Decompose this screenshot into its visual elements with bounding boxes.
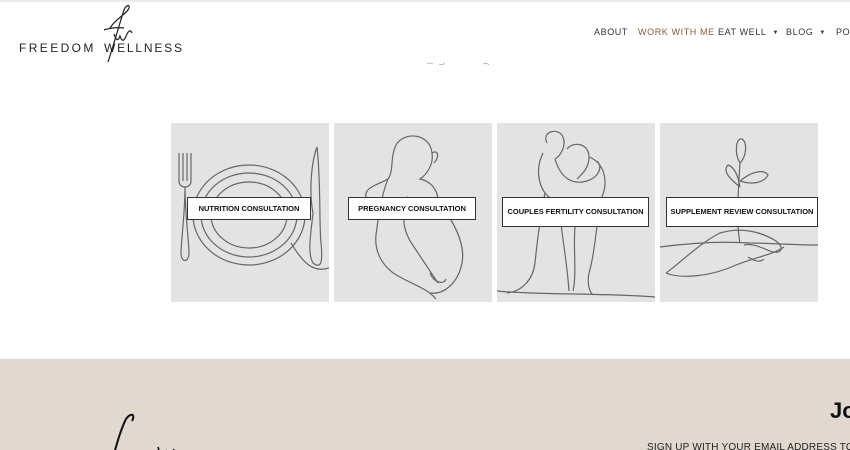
signup-description: SIGN UP WITH YOUR EMAIL ADDRESS TO R [647,442,850,450]
join-heading: Jo [830,398,850,423]
nav-item-eat-well[interactable]: EAT WELL ▼ [718,27,779,37]
faint-text-fragment [425,58,495,70]
newsletter-footer: Jo SIGN UP WITH YOUR EMAIL ADDRESS TO R [0,359,850,450]
brand-name-right: WELLNESS [104,41,184,55]
chevron-down-icon: ▼ [819,30,826,36]
site-logo[interactable]: FREEDOM WELLNESS [18,4,182,64]
nav-label: WORK WITH ME [638,27,715,37]
nav-item-about[interactable]: ABOUT [594,27,628,37]
nav-label: ABOUT [594,27,629,37]
nav-label: BLOG [786,27,814,37]
service-card-pregnancy[interactable]: PREGNANCY CONSULTATION [334,123,492,302]
card-label[interactable]: NUTRITION CONSULTATION [187,197,311,220]
nav-label: POD [836,27,850,37]
card-label[interactable]: COUPLES FERTILITY CONSULTATION [502,197,649,227]
monogram-logo-icon [114,413,175,450]
card-label[interactable]: PREGNANCY CONSULTATION [348,197,476,220]
nav-item-blog[interactable]: BLOG ▼ [786,27,826,37]
chevron-down-icon: ▼ [772,30,780,36]
nav-label: EAT WELL [718,27,767,37]
service-card-supplement-review[interactable]: SUPPLEMENT REVIEW CONSULTATION [660,123,818,302]
service-card-couples-fertility[interactable]: COUPLES FERTILITY CONSULTATION [497,123,655,302]
brand-name-left: FREEDOM [19,41,96,55]
card-label[interactable]: SUPPLEMENT REVIEW CONSULTATION [666,197,818,227]
nav-item-pod[interactable]: POD [836,27,850,37]
monogram-logo-icon [103,4,133,63]
nav-item-work-with-me[interactable]: WORK WITH ME [638,27,715,37]
service-card-nutrition[interactable]: NUTRITION CONSULTATION [171,123,329,302]
